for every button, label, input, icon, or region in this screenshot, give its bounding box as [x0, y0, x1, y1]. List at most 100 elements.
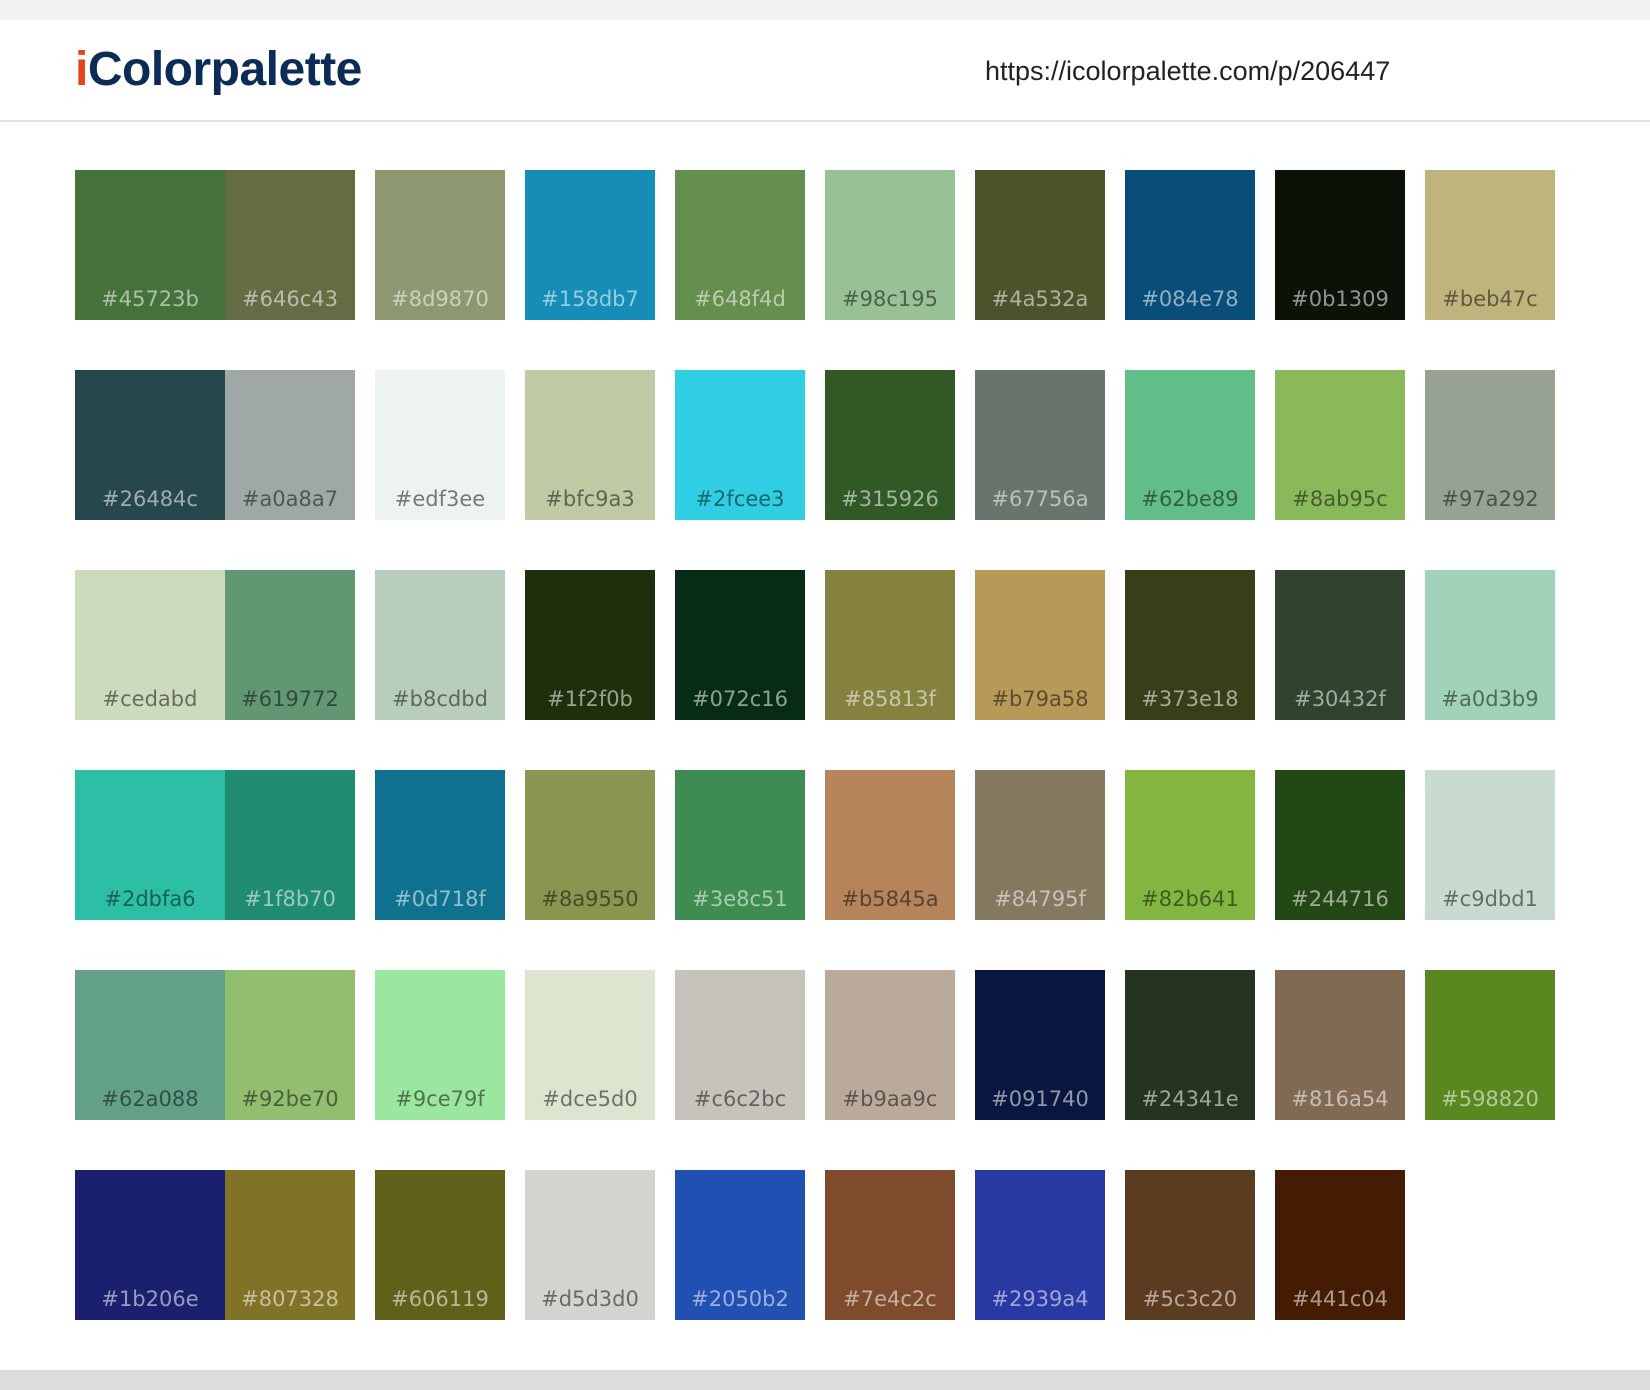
swatch-hex-label: #b79a58 — [991, 687, 1089, 711]
color-swatch[interactable]: #091740 — [975, 970, 1105, 1120]
color-swatch[interactable]: #598820 — [1425, 970, 1555, 1120]
swatch-hex-label: #c9dbd1 — [1442, 887, 1538, 911]
color-swatch[interactable]: #0d718f — [375, 770, 505, 920]
site-logo[interactable]: iColorpalette — [75, 42, 362, 98]
color-swatch[interactable]: #441c04 — [1275, 1170, 1405, 1320]
color-swatch[interactable]: #bfc9a3 — [525, 370, 655, 520]
swatch-hex-label: #30432f — [1294, 687, 1386, 711]
color-swatch[interactable]: #4a532a — [975, 170, 1105, 320]
swatch-hex-label: #2050b2 — [691, 1287, 789, 1311]
color-swatch[interactable]: #62a088 — [75, 970, 225, 1120]
swatch-hex-label: #4a532a — [991, 287, 1089, 311]
color-swatch[interactable]: #beb47c — [1425, 170, 1555, 320]
color-swatch[interactable]: #807328 — [225, 1170, 355, 1320]
color-swatch[interactable]: #1f2f0b — [525, 570, 655, 720]
swatch-hex-label: #619772 — [241, 687, 339, 711]
swatch-hex-label: #315926 — [841, 487, 939, 511]
color-swatch[interactable]: #373e18 — [1125, 570, 1255, 720]
color-swatch[interactable]: #8a9550 — [525, 770, 655, 920]
color-swatch[interactable]: #8ab95c — [1275, 370, 1405, 520]
color-swatch[interactable]: #2050b2 — [675, 1170, 805, 1320]
color-swatch[interactable]: #30432f — [1275, 570, 1405, 720]
swatch-hex-label: #82b641 — [1141, 887, 1239, 911]
color-swatch[interactable]: #3e8c51 — [675, 770, 805, 920]
swatch-hex-label: #1f2f0b — [547, 687, 633, 711]
swatch-hex-label: #26484c — [102, 487, 198, 511]
swatch-hex-label: #7e4c2c — [843, 1287, 937, 1311]
color-swatch[interactable]: #24341e — [1125, 970, 1255, 1120]
color-swatch[interactable]: #648f4d — [675, 170, 805, 320]
color-swatch[interactable]: #158db7 — [525, 170, 655, 320]
swatch-hex-label: #85813f — [844, 687, 936, 711]
color-swatch[interactable]: #b9aa9c — [825, 970, 955, 1120]
color-swatch[interactable]: #c6c2bc — [675, 970, 805, 1120]
color-swatch[interactable]: #67756a — [975, 370, 1105, 520]
color-swatch[interactable]: #dce5d0 — [525, 970, 655, 1120]
color-swatch[interactable]: #072c16 — [675, 570, 805, 720]
color-swatch[interactable]: #0b1309 — [1275, 170, 1405, 320]
color-swatch[interactable]: #315926 — [825, 370, 955, 520]
color-swatch[interactable]: #9ce79f — [375, 970, 505, 1120]
swatch-hex-label: #b5845a — [841, 887, 939, 911]
color-swatch[interactable]: #85813f — [825, 570, 955, 720]
swatch-hex-label: #5c3c20 — [1142, 1287, 1238, 1311]
swatch-hex-label: #0b1309 — [1291, 287, 1389, 311]
swatch-hex-label: #816a54 — [1291, 1087, 1389, 1111]
swatch-hex-label: #646c43 — [242, 287, 338, 311]
color-swatch[interactable]: #2dbfa6 — [75, 770, 225, 920]
swatch-hex-label: #97a292 — [1441, 487, 1539, 511]
swatch-grid: #45723b #646c43 #8d9870 #158db7 #648f4d #98c1… — [75, 170, 1575, 1320]
color-swatch[interactable]: #606119 — [375, 1170, 505, 1320]
color-swatch[interactable]: #2fcee3 — [675, 370, 805, 520]
color-swatch[interactable]: #7e4c2c — [825, 1170, 955, 1320]
color-swatch[interactable]: #5c3c20 — [1125, 1170, 1255, 1320]
color-swatch[interactable]: #62be89 — [1125, 370, 1255, 520]
color-swatch[interactable]: #d5d3d0 — [525, 1170, 655, 1320]
color-swatch[interactable]: #a0a8a7 — [225, 370, 355, 520]
swatch-hex-label: #441c04 — [1292, 1287, 1388, 1311]
color-swatch[interactable]: #646c43 — [225, 170, 355, 320]
color-swatch[interactable]: #084e78 — [1125, 170, 1255, 320]
swatch-hex-label: #8ab95c — [1292, 487, 1388, 511]
swatch-hex-label: #072c16 — [692, 687, 788, 711]
swatch-hex-label: #1f8b70 — [244, 887, 336, 911]
swatch-hex-label: #62be89 — [1141, 487, 1239, 511]
color-swatch[interactable]: #c9dbd1 — [1425, 770, 1555, 920]
swatch-hex-label: #a0a8a7 — [241, 487, 339, 511]
swatch-hex-label: #158db7 — [541, 287, 639, 311]
swatch-hex-label: #45723b — [101, 287, 199, 311]
palette-url[interactable]: https://icolorpalette.com/p/206447 — [985, 54, 1390, 88]
swatch-hex-label: #598820 — [1441, 1087, 1539, 1111]
header: iColorpalette https://icolorpalette.com/… — [0, 20, 1650, 122]
color-swatch[interactable]: #244716 — [1275, 770, 1405, 920]
swatch-hex-label: #cedabd — [102, 687, 198, 711]
swatch-hex-label: #244716 — [1291, 887, 1389, 911]
color-swatch[interactable]: #8d9870 — [375, 170, 505, 320]
color-swatch[interactable]: #b8cdbd — [375, 570, 505, 720]
color-swatch[interactable]: #45723b — [75, 170, 225, 320]
color-swatch[interactable]: #a0d3b9 — [1425, 570, 1555, 720]
swatch-hex-label: #d5d3d0 — [541, 1287, 639, 1311]
color-swatch[interactable]: #b5845a — [825, 770, 955, 920]
swatch-hex-label: #606119 — [391, 1287, 489, 1311]
color-swatch[interactable]: #b79a58 — [975, 570, 1105, 720]
color-swatch[interactable]: #cedabd — [75, 570, 225, 720]
color-swatch[interactable]: #98c195 — [825, 170, 955, 320]
color-swatch[interactable]: #84795f — [975, 770, 1105, 920]
color-swatch[interactable]: #97a292 — [1425, 370, 1555, 520]
swatch-hex-label: #3e8c51 — [692, 887, 788, 911]
swatch-hex-label: #a0d3b9 — [1441, 687, 1539, 711]
color-swatch[interactable]: #26484c — [75, 370, 225, 520]
color-swatch[interactable]: #619772 — [225, 570, 355, 720]
color-swatch[interactable]: #2939a4 — [975, 1170, 1105, 1320]
logo-text: Colorpalette — [87, 43, 363, 96]
swatch-hex-label: #62a088 — [101, 1087, 199, 1111]
color-swatch[interactable]: #92be70 — [225, 970, 355, 1120]
swatch-hex-label: #8a9550 — [541, 887, 639, 911]
color-swatch[interactable]: #1b206e — [75, 1170, 225, 1320]
color-swatch[interactable]: #82b641 — [1125, 770, 1255, 920]
color-swatch[interactable]: #816a54 — [1275, 970, 1405, 1120]
color-swatch[interactable]: #1f8b70 — [225, 770, 355, 920]
color-swatch[interactable]: #edf3ee — [375, 370, 505, 520]
swatch-hex-label: #b8cdbd — [392, 687, 488, 711]
